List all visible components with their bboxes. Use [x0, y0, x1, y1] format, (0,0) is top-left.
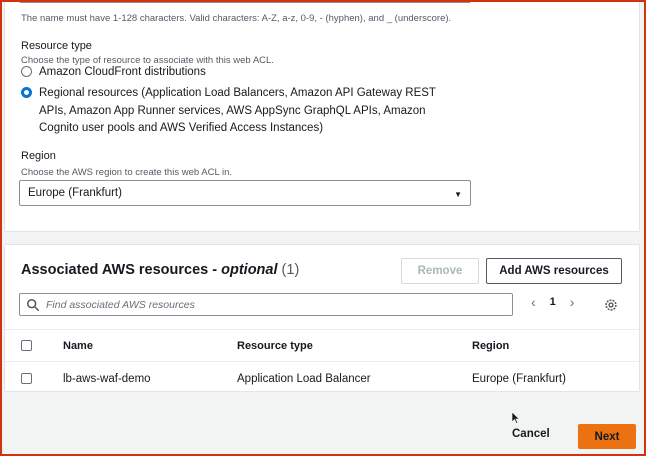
radio-cloudfront[interactable]: Amazon CloudFront distributions: [21, 64, 206, 82]
mouse-cursor-icon: [512, 412, 520, 424]
cell-resource-type: Application Load Balancer: [237, 372, 371, 385]
resources-table: Name Resource type Region lb-aws-waf-dem…: [5, 329, 639, 395]
radio-label: Regional resources (Application Load Bal…: [39, 87, 436, 134]
table-header: Name Resource type Region: [5, 329, 639, 362]
radio-button[interactable]: [21, 66, 32, 77]
region-description: Choose the AWS region to create this web…: [21, 167, 233, 178]
cell-name: lb-aws-waf-demo: [63, 372, 151, 385]
radio-regional[interactable]: Regional resources (Application Load Bal…: [21, 85, 461, 138]
column-header-resource-type[interactable]: Resource type: [237, 340, 313, 352]
radio-label: Amazon CloudFront distributions: [39, 66, 206, 78]
radio-button-selected[interactable]: [21, 87, 32, 98]
name-input[interactable]: [19, 0, 471, 3]
cancel-button[interactable]: Cancel: [512, 428, 550, 440]
table-row[interactable]: lb-aws-waf-demo Application Load Balance…: [5, 362, 639, 395]
remove-button[interactable]: Remove: [401, 258, 479, 284]
caret-down-icon: ▼: [454, 190, 462, 199]
select-all-checkbox[interactable]: [21, 340, 32, 351]
title-optional: optional: [221, 262, 278, 278]
row-checkbox[interactable]: [21, 373, 32, 384]
column-header-name[interactable]: Name: [63, 340, 93, 352]
associated-resources-title: Associated AWS resources - optional (1): [21, 262, 299, 278]
web-acl-details-card: The name must have 1-128 characters. Val…: [4, 0, 640, 232]
gear-icon[interactable]: [604, 298, 618, 312]
region-label: Region: [21, 150, 56, 162]
column-header-region[interactable]: Region: [472, 340, 509, 352]
search-icon: [26, 298, 40, 311]
resource-type-label: Resource type: [21, 40, 92, 52]
pagination: ‹ 1 ›: [531, 295, 574, 309]
search-placeholder: Find associated AWS resources: [46, 298, 195, 311]
chevron-left-icon[interactable]: ‹: [531, 295, 536, 309]
search-input[interactable]: Find associated AWS resources: [19, 293, 513, 316]
next-button[interactable]: Next: [578, 424, 636, 449]
region-select-value: Europe (Frankfurt): [28, 187, 122, 199]
name-hint: The name must have 1-128 characters. Val…: [21, 13, 452, 24]
title-text: Associated AWS resources -: [21, 262, 222, 278]
page-number[interactable]: 1: [550, 296, 556, 308]
region-select[interactable]: Europe (Frankfurt) ▼: [19, 180, 471, 206]
resource-count: (1): [281, 262, 300, 278]
chevron-right-icon[interactable]: ›: [570, 295, 575, 309]
add-aws-resources-button[interactable]: Add AWS resources: [486, 258, 622, 284]
associated-resources-card: Associated AWS resources - optional (1) …: [4, 244, 640, 392]
cell-region: Europe (Frankfurt): [472, 372, 566, 385]
